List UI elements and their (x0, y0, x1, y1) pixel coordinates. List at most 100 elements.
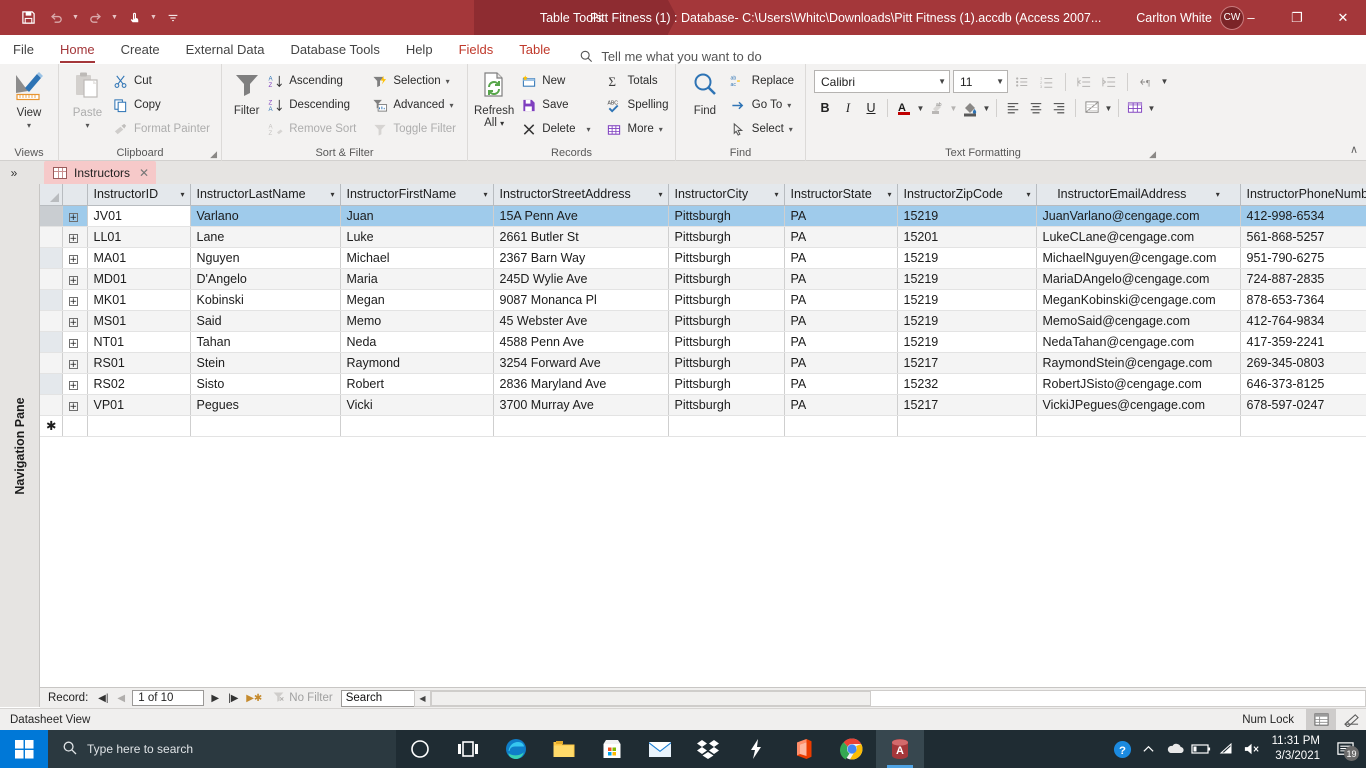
show-hidden-icons-icon[interactable] (1136, 730, 1162, 768)
cell-instructorlastname[interactable]: Nguyen (190, 248, 340, 269)
row-selector[interactable] (40, 227, 62, 248)
cell-instructorstreetaddress[interactable]: 2836 Maryland Ave (493, 374, 668, 395)
volume-muted-icon[interactable] (1240, 730, 1266, 768)
more-button[interactable]: More ▾ (604, 118, 674, 140)
undo-dropdown-icon[interactable]: ▼ (70, 4, 81, 32)
new-record-cell[interactable] (897, 416, 1036, 437)
new-record-button[interactable]: New (518, 70, 595, 92)
select-dropdown-icon[interactable]: ▾ (789, 125, 793, 134)
column-header-instructorphonenumber[interactable]: InstructorPhoneNumber (1240, 184, 1366, 206)
cell-instructorcity[interactable]: Pittsburgh (668, 374, 784, 395)
cell-instructoremailaddress[interactable]: MemoSaid@cengage.com (1036, 311, 1240, 332)
taskbar-clock[interactable]: 11:31 PM 3/3/2021 (1266, 734, 1330, 764)
first-record-button[interactable]: ◀| (94, 693, 112, 704)
cell-instructorstreetaddress[interactable]: 4588 Penn Ave (493, 332, 668, 353)
italic-button[interactable]: I (837, 97, 859, 119)
table-row[interactable]: +MK01KobinskiMegan9087 Monanca PlPittsbu… (40, 290, 1366, 311)
copy-button[interactable]: Copy (110, 94, 215, 116)
column-header-instructorfirstname[interactable]: InstructorFirstName▾ (340, 184, 493, 206)
refresh-all-button[interactable]: Refresh All ▾ (474, 68, 514, 129)
cell-instructorfirstname[interactable]: Vicki (340, 395, 493, 416)
redo-icon[interactable] (81, 4, 109, 32)
alternate-row-color-icon[interactable] (1081, 97, 1103, 119)
file-explorer-icon[interactable] (540, 730, 588, 768)
expand-record-icon[interactable]: + (62, 206, 87, 227)
go-to-button[interactable]: Go To ▾ (728, 94, 799, 116)
next-record-button[interactable]: ▶ (206, 693, 224, 704)
lightning-icon[interactable] (732, 730, 780, 768)
cell-instructorlastname[interactable]: Tahan (190, 332, 340, 353)
font-name-combo[interactable]: Calibri ▼ (814, 70, 950, 93)
cell-instructorfirstname[interactable]: Raymond (340, 353, 493, 374)
view-button[interactable]: View ▾ (6, 68, 52, 130)
close-tab-icon[interactable]: ✕ (139, 166, 149, 180)
expand-record-icon[interactable]: + (62, 227, 87, 248)
sort-descending-button[interactable]: ZA Descending (265, 94, 361, 116)
table-row[interactable]: +RS02SistoRobert2836 Maryland AvePittsbu… (40, 374, 1366, 395)
sort-ascending-button[interactable]: AZ Ascending (265, 70, 361, 92)
cell-instructorstate[interactable]: PA (784, 269, 897, 290)
table-row[interactable]: +RS01SteinRaymond3254 Forward AvePittsbu… (40, 353, 1366, 374)
tab-create[interactable]: Create (108, 35, 173, 64)
cell-instructorcity[interactable]: Pittsburgh (668, 227, 784, 248)
cell-instructorzipcode[interactable]: 15201 (897, 227, 1036, 248)
tab-table[interactable]: Table (506, 35, 563, 64)
new-record-cell[interactable] (87, 416, 190, 437)
new-record-cell[interactable] (493, 416, 668, 437)
cortana-icon[interactable] (396, 730, 444, 768)
new-record-cell[interactable] (190, 416, 340, 437)
help-icon[interactable]: ? (1110, 730, 1136, 768)
cell-instructorzipcode[interactable]: 15219 (897, 206, 1036, 227)
numbering-icon[interactable]: 123 (1036, 71, 1058, 93)
advanced-button[interactable]: Advanced ▾ (369, 94, 461, 116)
document-tab-instructors[interactable]: Instructors ✕ (44, 161, 156, 184)
cell-instructorcity[interactable]: Pittsburgh (668, 206, 784, 227)
cell-instructorzipcode[interactable]: 15219 (897, 290, 1036, 311)
row-selector[interactable] (40, 269, 62, 290)
save-record-button[interactable]: Save (518, 94, 595, 116)
cell-instructorstreetaddress[interactable]: 15A Penn Ave (493, 206, 668, 227)
replace-button[interactable]: abac Replace (728, 70, 799, 92)
touch-mode-icon[interactable] (120, 4, 148, 32)
cell-instructorid[interactable]: MS01 (87, 311, 190, 332)
tab-file[interactable]: File (0, 35, 47, 64)
cell-instructorid[interactable]: RS01 (87, 353, 190, 374)
cell-instructorid[interactable]: VP01 (87, 395, 190, 416)
font-size-combo[interactable]: 11 ▼ (953, 70, 1008, 93)
cell-instructoremailaddress[interactable]: MariaDAngelo@cengage.com (1036, 269, 1240, 290)
clipboard-dialog-launcher-icon[interactable]: ◢ (210, 149, 217, 160)
cell-instructorstreetaddress[interactable]: 245D Wylie Ave (493, 269, 668, 290)
edge-icon[interactable] (492, 730, 540, 768)
more-dropdown-icon[interactable]: ▾ (659, 125, 663, 134)
new-record-cell[interactable] (62, 416, 87, 437)
go-to-dropdown-icon[interactable]: ▾ (787, 101, 791, 110)
cell-instructoremailaddress[interactable]: JuanVarlano@cengage.com (1036, 206, 1240, 227)
cell-instructoremailaddress[interactable]: NedaTahan@cengage.com (1036, 332, 1240, 353)
selection-dropdown-icon[interactable]: ▾ (446, 77, 450, 86)
cell-instructorstate[interactable]: PA (784, 290, 897, 311)
expand-record-icon[interactable]: + (62, 311, 87, 332)
cell-instructorzipcode[interactable]: 15232 (897, 374, 1036, 395)
datasheet[interactable]: InstructorID▾ InstructorLastName▾ Instru… (40, 184, 1366, 687)
cell-instructorphonenumber[interactable]: 412-998-6534 (1240, 206, 1366, 227)
fill-color-icon[interactable] (959, 97, 981, 119)
cell-instructorlastname[interactable]: Kobinski (190, 290, 340, 311)
row-selector[interactable] (40, 353, 62, 374)
cell-instructorphonenumber[interactable]: 878-653-7364 (1240, 290, 1366, 311)
row-selector[interactable] (40, 374, 62, 395)
table-row[interactable]: +NT01TahanNeda4588 Penn AvePittsburghPA1… (40, 332, 1366, 353)
cell-instructorstate[interactable]: PA (784, 206, 897, 227)
expand-navigation-pane-icon[interactable]: » (0, 161, 28, 184)
cut-button[interactable]: Cut (110, 70, 215, 92)
chrome-icon[interactable] (828, 730, 876, 768)
table-row[interactable]: +VP01PeguesVicki3700 Murray AvePittsburg… (40, 395, 1366, 416)
text-direction-dropdown-icon[interactable]: ▼ (1160, 77, 1169, 86)
undo-icon[interactable] (42, 4, 70, 32)
new-record-cell[interactable] (784, 416, 897, 437)
gridlines-icon[interactable] (1124, 97, 1146, 119)
cell-instructorlastname[interactable]: Varlano (190, 206, 340, 227)
touch-mode-dropdown-icon[interactable]: ▼ (148, 4, 159, 32)
cell-instructorstreetaddress[interactable]: 3254 Forward Ave (493, 353, 668, 374)
cell-instructorzipcode[interactable]: 15219 (897, 332, 1036, 353)
highlight-dropdown-icon[interactable]: ▼ (949, 104, 958, 113)
